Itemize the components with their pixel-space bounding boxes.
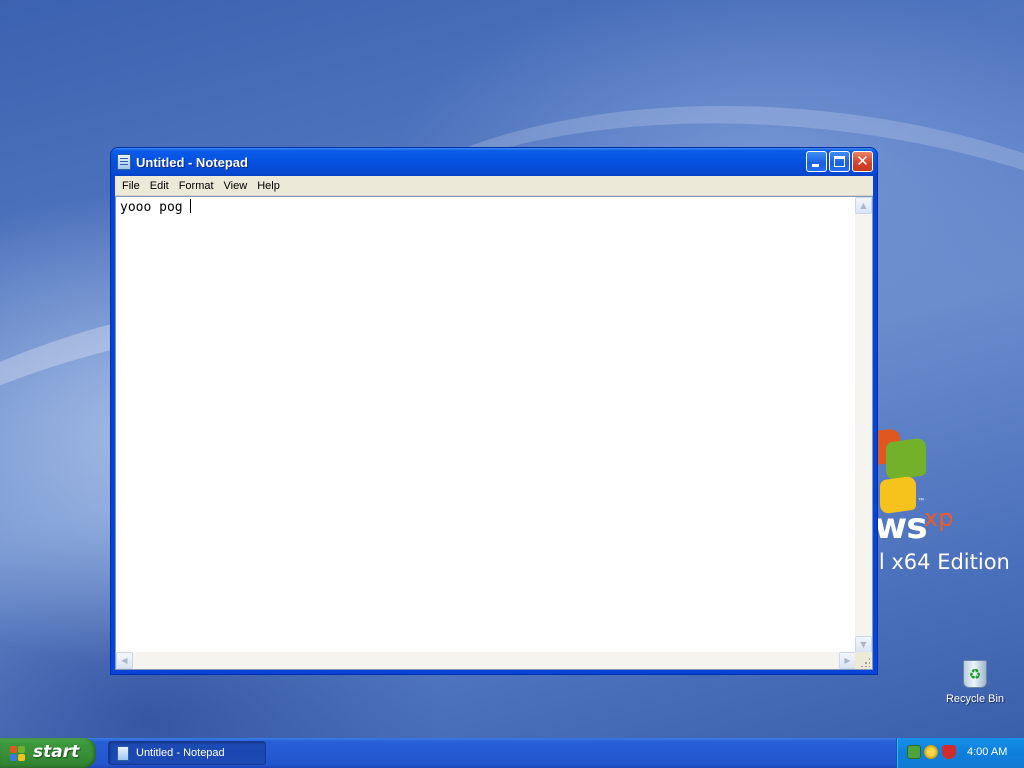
recycle-bin-label: Recycle Bin	[945, 693, 1005, 705]
scroll-up-button[interactable]: ▲	[855, 197, 872, 214]
flag-green-pane	[886, 437, 926, 481]
menu-help[interactable]: Help	[252, 177, 285, 195]
window-titlebar[interactable]: Untitled - Notepad ✕	[111, 148, 877, 176]
recycle-bin-icon: ♻	[960, 656, 990, 688]
editor-content: yooo pog	[120, 200, 191, 215]
security-shield-icon[interactable]	[942, 745, 956, 759]
maximize-icon	[834, 156, 845, 167]
menu-edit[interactable]: Edit	[145, 177, 174, 195]
text-editor[interactable]: yooo pog ▲ ▼ ◀ ▶	[115, 196, 873, 670]
logo-xp-superscript: xp	[924, 504, 954, 532]
minimize-button[interactable]	[806, 151, 827, 172]
arrow-up-icon: ▲	[860, 201, 867, 210]
taskbar-button-label: Untitled - Notepad	[136, 747, 225, 759]
clock[interactable]: 4:00 AM	[967, 746, 1007, 758]
resize-grip[interactable]	[855, 652, 872, 669]
desktop-icon-recycle-bin[interactable]: ♻ Recycle Bin	[940, 656, 1010, 705]
windows-flag-icon	[10, 746, 26, 761]
text-caret	[190, 199, 192, 213]
close-icon: ✕	[856, 152, 869, 170]
menu-file[interactable]: File	[117, 177, 145, 195]
menu-view[interactable]: View	[219, 177, 253, 195]
arrow-right-icon: ▶	[844, 656, 851, 665]
menu-format[interactable]: Format	[174, 177, 219, 195]
maximize-button[interactable]	[829, 151, 850, 172]
window-title: Untitled - Notepad	[136, 155, 248, 170]
scroll-right-button[interactable]: ▶	[839, 652, 856, 669]
windows-xp-logo: ws ™ xp al x64 Edition	[860, 428, 1024, 580]
system-tray: 4:00 AM	[896, 738, 1024, 768]
notepad-icon	[117, 746, 129, 761]
notepad-icon[interactable]	[117, 154, 131, 170]
network-icon[interactable]	[907, 745, 921, 759]
start-button[interactable]: start	[0, 738, 96, 768]
logo-brand-word: ws	[874, 506, 928, 547]
scroll-left-button[interactable]: ◀	[116, 652, 133, 669]
close-button[interactable]: ✕	[852, 151, 873, 172]
vertical-scrollbar[interactable]: ▲ ▼	[855, 197, 872, 653]
arrow-left-icon: ◀	[121, 656, 128, 665]
scroll-down-button[interactable]: ▼	[855, 636, 872, 653]
minimize-icon	[812, 164, 819, 167]
editor-text[interactable]: yooo pog	[120, 199, 192, 215]
start-label: start	[33, 742, 80, 762]
arrow-down-icon: ▼	[860, 640, 867, 649]
speaker-icon[interactable]	[924, 745, 938, 759]
taskbar: start Untitled - Notepad 4:00 AM	[0, 738, 1024, 768]
notepad-window: Untitled - Notepad ✕ File Edit Format Vi…	[110, 147, 878, 675]
logo-edition-text: al x64 Edition	[866, 550, 1010, 574]
taskbar-button-notepad[interactable]: Untitled - Notepad	[108, 741, 266, 765]
horizontal-scrollbar[interactable]: ◀ ▶	[116, 652, 856, 669]
menu-bar: File Edit Format View Help	[115, 176, 873, 196]
